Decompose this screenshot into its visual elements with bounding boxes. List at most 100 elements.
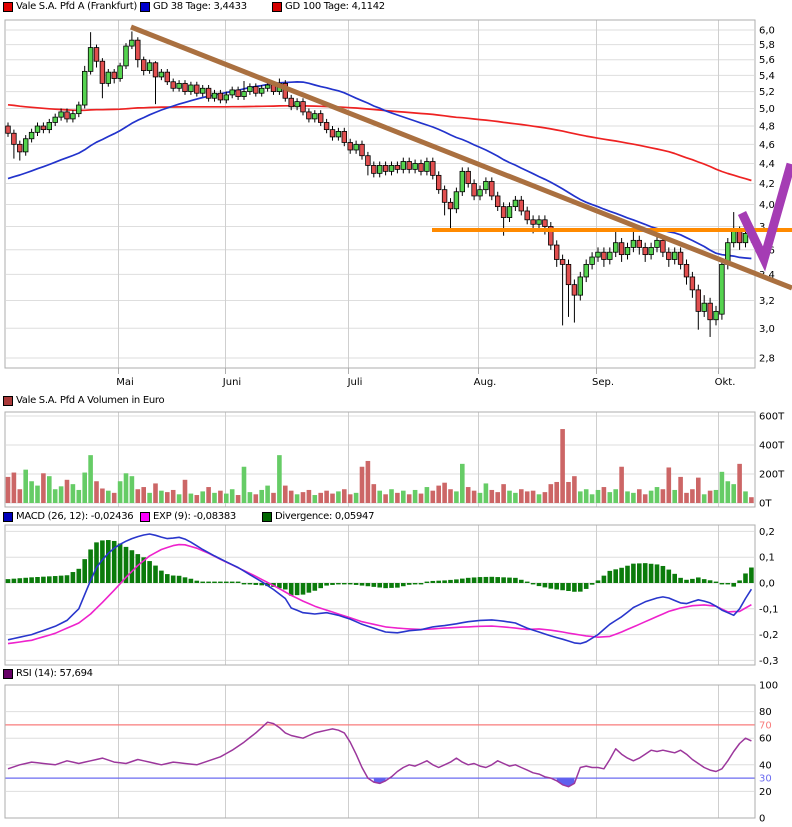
macd-histogram-bar	[548, 583, 554, 589]
volume-bar	[283, 485, 288, 503]
volume-bar	[153, 483, 158, 503]
candle	[376, 165, 383, 174]
candle	[211, 92, 218, 99]
y-axis-label: 2,8	[759, 353, 775, 364]
macd-legend-label: EXP (9): -0,08383	[153, 511, 236, 522]
macd-histogram-bar	[52, 576, 58, 583]
macd-legend-swatch	[262, 512, 272, 522]
macd-histogram-bar	[743, 573, 748, 583]
candle	[17, 143, 23, 153]
volume-bar	[436, 485, 441, 503]
candle	[518, 199, 524, 212]
candle	[400, 161, 406, 170]
volume-bar	[566, 481, 571, 503]
candle	[477, 189, 483, 197]
macd-histogram-bar	[495, 577, 500, 583]
volume-bar	[684, 492, 689, 503]
volume-bar	[88, 455, 93, 503]
volume-bar	[489, 489, 495, 503]
candle	[571, 284, 578, 296]
volume-bar	[277, 455, 282, 503]
volume-bar	[324, 490, 329, 503]
candle	[412, 163, 418, 170]
macd-histogram-bar	[342, 583, 347, 585]
trendline-annotation	[130, 24, 792, 291]
candle	[5, 125, 11, 134]
volume-bar	[265, 485, 270, 503]
volume-bar	[359, 466, 365, 503]
macd-histogram-bar	[35, 577, 40, 583]
volume-bar	[123, 473, 129, 503]
macd-histogram-bar	[465, 577, 471, 583]
candle	[164, 71, 170, 83]
candle	[253, 86, 259, 94]
macd-histogram-bar	[560, 583, 565, 591]
volume-bar	[471, 490, 477, 503]
y-axis-label: 5,0	[759, 104, 775, 115]
volume-bar	[460, 463, 465, 503]
y-axis-label: 5,8	[759, 40, 775, 51]
volume-bar	[64, 479, 70, 503]
volume-bar	[182, 479, 188, 503]
candle	[453, 191, 460, 210]
volume-bar	[365, 460, 371, 503]
candle	[471, 183, 477, 197]
candle	[683, 263, 690, 278]
y-axis-label: 5,2	[759, 87, 775, 98]
volume-bar	[253, 494, 259, 503]
volume-bar	[188, 493, 194, 503]
y-axis-label: 0,1	[759, 553, 775, 564]
macd-legend-label: Divergence: 0,05947	[275, 511, 375, 522]
volume-bar	[430, 490, 436, 503]
macd-histogram-bar	[483, 576, 489, 583]
volume-bar	[300, 492, 306, 503]
macd-histogram-bar	[489, 576, 495, 583]
candle	[182, 82, 188, 92]
candle	[601, 251, 607, 260]
volume-bar	[288, 490, 294, 503]
macd-histogram-bar	[17, 578, 23, 583]
macd-histogram-bar	[672, 573, 677, 583]
macd-histogram-bar	[159, 570, 164, 583]
y-axis-label: 5,4	[759, 71, 775, 82]
candle	[306, 111, 312, 120]
candle	[111, 71, 117, 79]
macd-histogram-bar	[725, 583, 731, 585]
macd-histogram-bar	[684, 579, 689, 583]
volume-bar	[719, 471, 725, 503]
candle	[329, 129, 336, 138]
volume-bar	[100, 488, 105, 503]
macd-histogram-bar	[460, 578, 465, 583]
volume-bar	[165, 492, 170, 503]
candle	[129, 39, 135, 47]
candle	[123, 45, 129, 67]
macd-histogram-bar	[176, 575, 182, 583]
macd-histogram-bar	[359, 583, 365, 586]
volume-bar	[318, 492, 323, 503]
volume-bar	[737, 463, 742, 503]
y-axis-label: 20	[759, 787, 772, 798]
macd-legend-swatch	[140, 512, 150, 522]
y-axis-label: 30	[759, 774, 772, 785]
candle	[677, 251, 684, 265]
candle	[93, 47, 100, 62]
macd-histogram-bar	[182, 577, 188, 583]
volume-bar	[235, 495, 241, 503]
macd-histogram-bar	[572, 583, 577, 592]
volume-bar	[613, 489, 618, 503]
y-axis-label: 600T	[759, 412, 785, 423]
stock-chart-page: { "title": "Vale S.A. Pfd A (Frankfurt)"…	[0, 0, 792, 827]
volume-bar	[194, 495, 200, 503]
candle	[441, 189, 448, 203]
candle	[70, 113, 76, 120]
macd-histogram-bar	[607, 570, 613, 583]
candle	[28, 131, 35, 140]
macd-histogram-bar	[401, 583, 406, 587]
macd-histogram-bar	[371, 583, 377, 587]
candle	[371, 165, 377, 174]
macd-histogram-bar	[678, 577, 683, 583]
candle	[241, 91, 247, 97]
candle	[117, 65, 123, 79]
macd-histogram-bar	[454, 579, 459, 583]
macd-histogram-bar	[389, 583, 394, 588]
